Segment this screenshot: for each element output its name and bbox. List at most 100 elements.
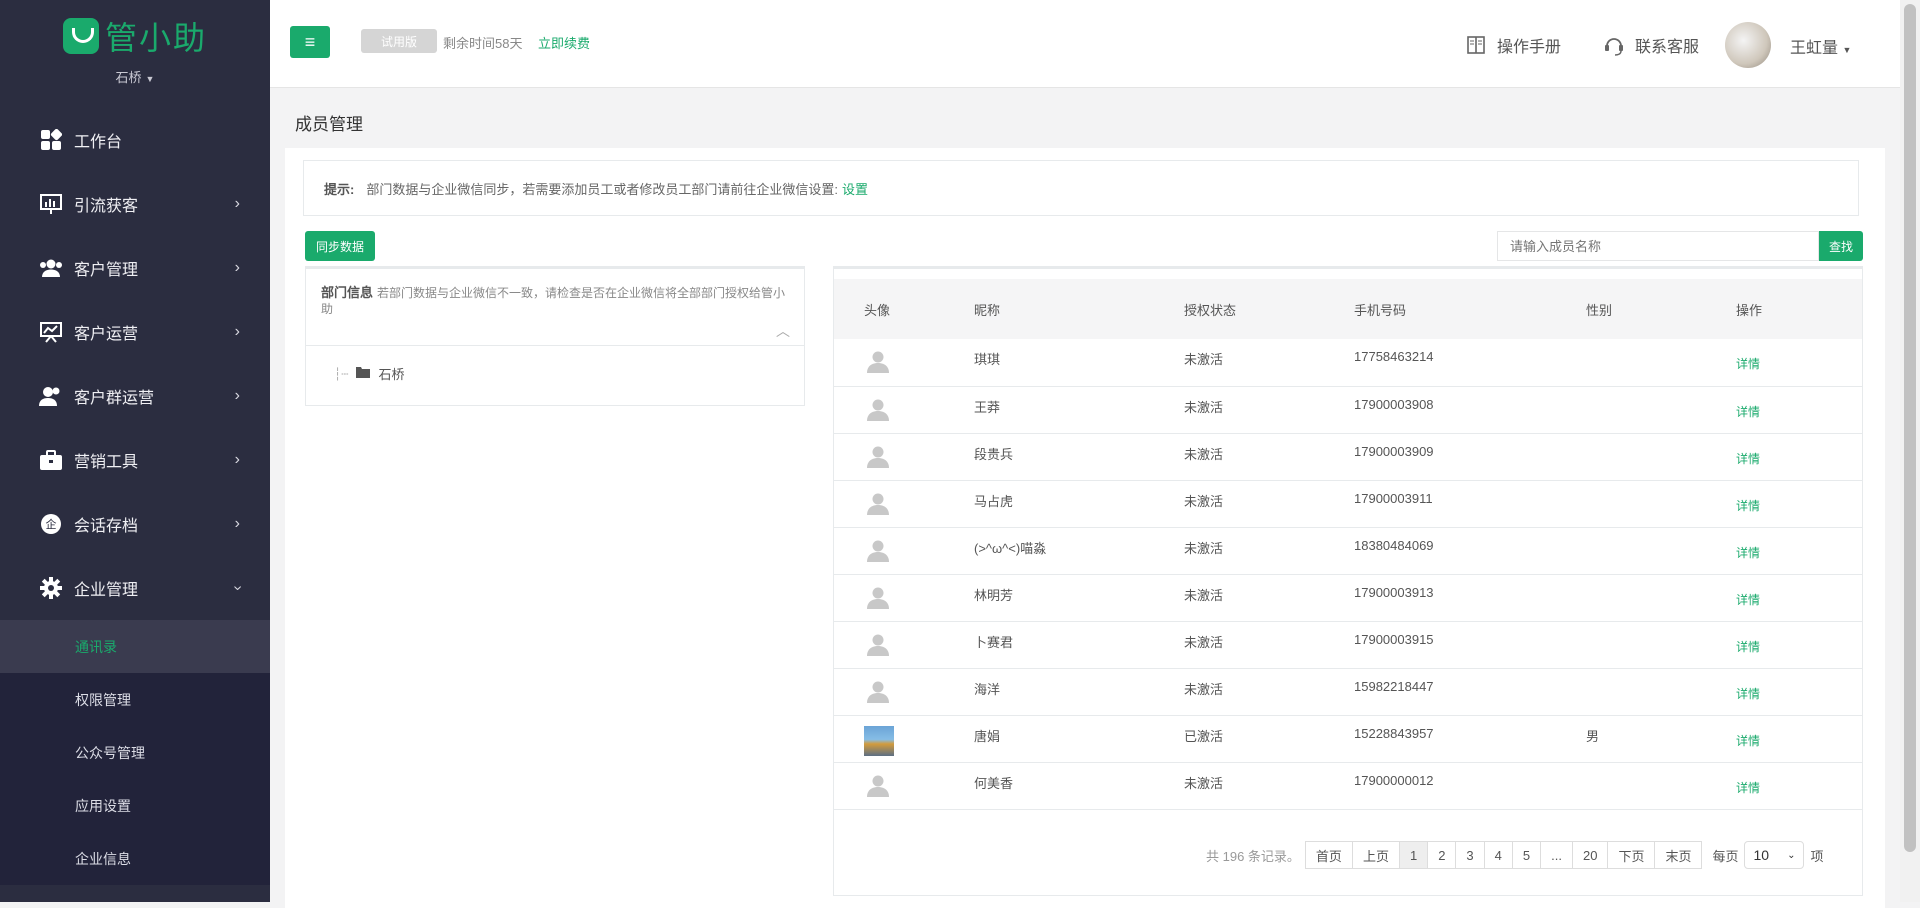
page-3-button[interactable]: 3: [1455, 841, 1485, 869]
last-page-button[interactable]: 末页: [1654, 841, 1703, 869]
brand: 管小助 石桥 ▼: [0, 0, 270, 98]
cell-status: 已激活: [1184, 715, 1354, 763]
cell-status: 未激活: [1184, 339, 1354, 387]
org-switcher[interactable]: 石桥 ▼: [116, 67, 155, 86]
column-header-actions: 操作: [1736, 302, 1763, 318]
cell-actions: 详情: [1736, 527, 1862, 575]
table-row: 林明芳 未激活 17900003913 详情: [834, 574, 1862, 622]
sidebar-item-label: 客户群运营: [74, 390, 155, 407]
avatar[interactable]: [1725, 22, 1771, 68]
cell-nickname: 马占虎: [974, 480, 1184, 528]
folder-icon: [356, 366, 371, 381]
table-row: 马占虎 未激活 17900003911 详情: [834, 480, 1862, 528]
sidebar-item-acquisition[interactable]: 引流获客 ›: [0, 172, 270, 236]
cell-phone: 17900003908: [1354, 386, 1586, 434]
detail-link[interactable]: 详情: [1736, 687, 1760, 701]
sidebar-item-workbench[interactable]: 工作台: [0, 108, 270, 172]
detail-link[interactable]: 详情: [1736, 593, 1760, 607]
page-4-button[interactable]: 4: [1483, 841, 1513, 869]
page-2-button[interactable]: 2: [1427, 841, 1457, 869]
detail-link[interactable]: 详情: [1736, 734, 1760, 748]
detail-link[interactable]: 详情: [1736, 452, 1760, 466]
sidebar-item-operations[interactable]: 客户运营 ›: [0, 300, 270, 364]
prev-page-button[interactable]: 上页: [1351, 841, 1400, 869]
sidebar: 管小助 石桥▼ 工作台 引流获客 › 客户管理 › 客户运营 › 客户群运营: [0, 0, 270, 902]
cell-avatar: [834, 574, 974, 622]
settings-link[interactable]: 设置: [842, 179, 868, 198]
cell-actions: 详情: [1736, 668, 1862, 716]
chevron-down-icon: ›: [229, 585, 247, 591]
first-page-button[interactable]: 首页: [1304, 841, 1353, 869]
search-button[interactable]: 查找: [1819, 231, 1863, 261]
trial-badge: 试用版: [361, 29, 437, 53]
detail-link[interactable]: 详情: [1736, 405, 1760, 419]
cell-status: 未激活: [1184, 668, 1354, 716]
detail-link[interactable]: 详情: [1736, 546, 1760, 560]
sidebar-item-customers[interactable]: 客户管理 ›: [0, 236, 270, 300]
top-bar: ≡ 试用版 剩余时间58天 立即续费 操作手册 联系客服 王虹量 ▼: [270, 0, 1900, 88]
tip-box: 提示: 部门数据与企业微信同步，若需要添加员工或者修改员工部门请前往企业微信设置…: [303, 160, 1859, 216]
cell-phone: 17900003909: [1354, 433, 1586, 481]
sidebar-subitem-app-settings[interactable]: 应用设置: [0, 779, 270, 832]
detail-link[interactable]: 详情: [1736, 357, 1760, 371]
main-content: 成员管理 提示: 部门数据与企业微信同步，若需要添加员工或者修改员工部门请前往企…: [270, 88, 1900, 908]
sidebar-item-label: 营销工具: [74, 454, 139, 471]
sidebar-item-chat-archive[interactable]: 企 会话存档 ›: [0, 492, 270, 556]
table-row: 王莽 未激活 17900003908 详情: [834, 386, 1862, 434]
sidebar-item-marketing[interactable]: 营销工具 ›: [0, 428, 270, 492]
cell-nickname: 何美香: [974, 762, 1184, 810]
sidebar-subitem-company-info[interactable]: 企业信息: [0, 832, 270, 885]
next-page-button[interactable]: 下页: [1607, 841, 1656, 869]
cell-gender: [1586, 527, 1736, 575]
chevron-right-icon: ›: [234, 451, 240, 468]
detail-link[interactable]: 详情: [1736, 640, 1760, 654]
logo-text: 管小助: [104, 18, 207, 57]
tip-label: 提示:: [324, 181, 355, 197]
cell-phone: 17900003915: [1354, 621, 1586, 669]
members-table: 头像 昵称 授权状态 手机号码 性别 操作 琪琪 未激活 17758463214 详情…: [834, 279, 1862, 810]
cell-actions: 详情: [1736, 574, 1862, 622]
member-search-input[interactable]: [1497, 231, 1819, 261]
sidebar-subitem-contacts[interactable]: 通讯录: [0, 620, 270, 673]
sync-data-button[interactable]: 同步数据: [305, 231, 375, 261]
table-row: (>^ω^<)喵淼 未激活 18380484069 详情: [834, 527, 1862, 575]
tree-node-root[interactable]: 石桥: [378, 364, 404, 383]
chevron-right-icon: ›: [234, 323, 240, 340]
support-link[interactable]: 联系客服: [1603, 33, 1699, 57]
cell-actions: 详情: [1736, 433, 1862, 481]
gear-icon: [38, 575, 64, 601]
sidebar-item-enterprise[interactable]: 企业管理 ›: [0, 556, 270, 620]
cell-actions: 详情: [1736, 621, 1862, 669]
member-photo: [864, 725, 894, 756]
page-20-button[interactable]: 20: [1571, 841, 1609, 869]
manual-link[interactable]: 操作手册: [1465, 33, 1561, 57]
page-1-button[interactable]: 1: [1398, 841, 1429, 869]
members-table-panel: 头像 昵称 授权状态 手机号码 性别 操作 琪琪 未激活 17758463214 详情…: [833, 266, 1863, 896]
sidebar-item-group-operations[interactable]: 客户群运营 ›: [0, 364, 270, 428]
page-5-button[interactable]: 5: [1511, 841, 1542, 869]
sidebar-item-label: 企业管理: [74, 582, 139, 599]
renew-link[interactable]: 立即续费: [538, 33, 590, 52]
cell-avatar: [834, 386, 974, 434]
chevron-up-icon[interactable]: ︿: [776, 323, 790, 339]
scrollbar[interactable]: [1900, 0, 1920, 902]
user-menu[interactable]: 王虹量 ▼: [1790, 34, 1851, 58]
sidebar-subitem-official-accounts[interactable]: 公众号管理: [0, 726, 270, 779]
detail-link[interactable]: 详情: [1736, 781, 1760, 795]
logo[interactable]: 管小助: [62, 13, 207, 59]
default-avatar-icon: [867, 493, 889, 515]
manual-label: 操作手册: [1497, 39, 1562, 56]
cell-phone: 15228843957: [1354, 715, 1586, 763]
cell-gender: [1586, 762, 1736, 810]
menu-toggle-button[interactable]: ≡: [290, 26, 330, 58]
sidebar-item-label: 工作台: [74, 134, 123, 151]
sidebar-subitem-permissions[interactable]: 权限管理: [0, 673, 270, 726]
detail-link[interactable]: 详情: [1736, 499, 1760, 513]
cell-nickname: 段贵兵: [974, 433, 1184, 481]
cell-avatar: [834, 621, 974, 669]
per-page-select[interactable]: 10 ⌄: [1744, 841, 1805, 869]
cell-nickname: (>^ω^<)喵淼: [974, 527, 1184, 575]
cell-actions: 详情: [1736, 339, 1862, 387]
scrollbar-thumb[interactable]: [1904, 4, 1916, 852]
remaining-time: 剩余时间58天: [443, 36, 523, 51]
